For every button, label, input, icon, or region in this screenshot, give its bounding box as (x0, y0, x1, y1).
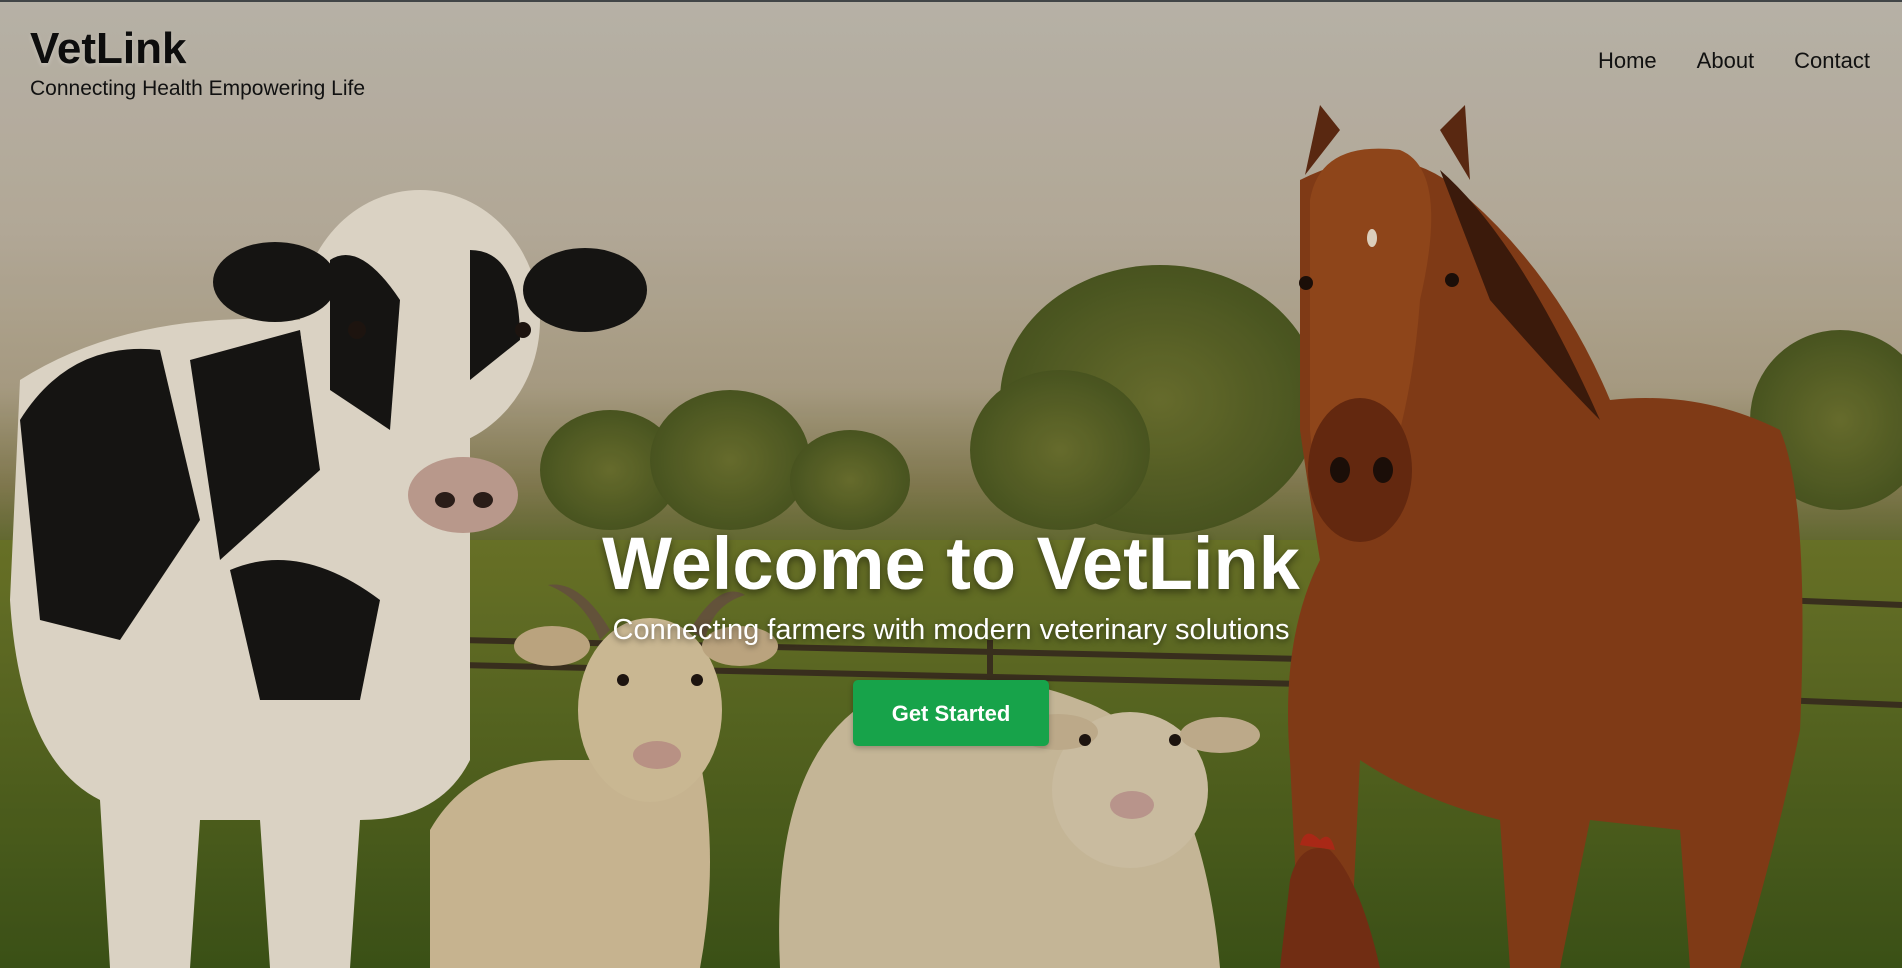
nav-link-home[interactable]: Home (1598, 48, 1657, 74)
hero-dim-overlay (0, 0, 1902, 968)
get-started-button[interactable]: Get Started (853, 680, 1049, 746)
hero-content: Welcome to VetLink Connecting farmers wi… (0, 522, 1902, 746)
nav-link-contact[interactable]: Contact (1794, 48, 1870, 74)
brand-tagline: Connecting Health Empowering Life (30, 77, 366, 100)
hero-subtitle: Connecting farmers with modern veterinar… (612, 614, 1290, 646)
hero-section: VetLink Connecting Health Empowering Lif… (0, 0, 1902, 968)
nav-link-about[interactable]: About (1697, 48, 1755, 74)
brand-block: VetLink Connecting Health Empowering Lif… (30, 24, 365, 102)
brand-logo-text[interactable]: VetLink (30, 24, 365, 74)
main-nav: Home About Contact (1598, 48, 1870, 74)
hero-title: Welcome to VetLink (602, 522, 1300, 605)
